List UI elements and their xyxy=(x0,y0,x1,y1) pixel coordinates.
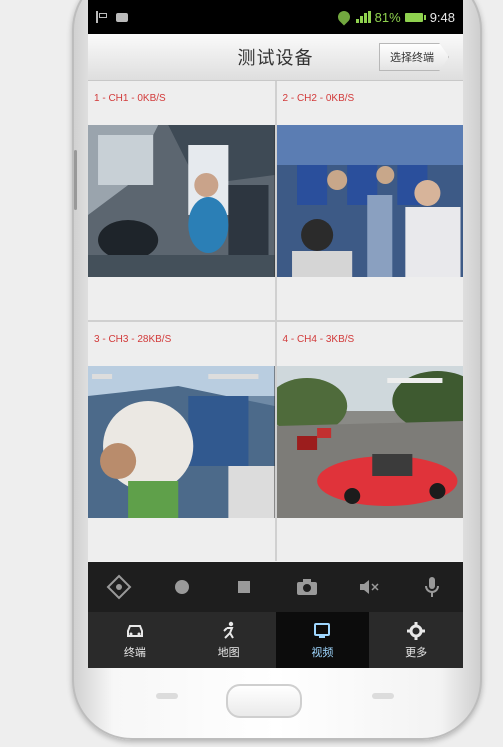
microphone-icon[interactable] xyxy=(412,567,452,607)
channel-label: 4 - CH4 - 3KB/S xyxy=(282,334,355,345)
video-feed-4[interactable] xyxy=(276,366,463,518)
video-feed-1[interactable] xyxy=(88,125,275,277)
phone-screen: 81% 9:48 测试设备 选择终端 1 - CH1 - 0KB/S 2 - C… xyxy=(88,0,463,668)
usb-icon xyxy=(96,11,108,23)
menu-key[interactable] xyxy=(156,693,178,699)
page-title: 测试设备 xyxy=(237,48,314,69)
wifi-icon xyxy=(338,11,352,23)
app-title-bar: 测试设备 选择终端 xyxy=(88,34,463,81)
stop-square-icon[interactable] xyxy=(224,567,264,607)
camera-icon[interactable] xyxy=(287,567,327,607)
nav-item-more[interactable]: 更多 xyxy=(369,612,463,668)
video-feed-2[interactable] xyxy=(276,125,463,277)
video-frame-3 xyxy=(88,366,275,518)
home-button[interactable] xyxy=(226,684,302,718)
back-key[interactable] xyxy=(372,693,394,699)
signal-icon xyxy=(355,11,371,23)
channel-cell-4[interactable]: 4 - CH4 - 3KB/S xyxy=(276,322,463,561)
channel-cell-1[interactable]: 1 - CH1 - 0KB/S xyxy=(88,81,275,320)
volume-key xyxy=(74,150,77,210)
gear-icon xyxy=(405,621,427,641)
status-bar: 81% 9:48 xyxy=(88,0,463,34)
nav-item-map[interactable]: 地图 xyxy=(182,612,276,668)
nav-label: 地图 xyxy=(217,645,240,659)
nav-label: 更多 xyxy=(405,645,428,659)
video-feed-3[interactable] xyxy=(88,366,275,518)
nav-label: 终端 xyxy=(123,645,146,659)
bottom-nav: 终端 地图 视频 更多 xyxy=(88,612,463,668)
nav-item-video[interactable]: 视频 xyxy=(275,612,370,668)
clock: 9:48 xyxy=(429,9,455,25)
channel-label: 2 - CH2 - 0KB/S xyxy=(282,93,355,104)
direction-pad-icon[interactable] xyxy=(99,567,139,607)
monitor-icon xyxy=(311,621,333,641)
select-terminal-button[interactable]: 选择终端 xyxy=(379,43,449,71)
record-dot-icon[interactable] xyxy=(162,567,202,607)
channel-cell-2[interactable]: 2 - CH2 - 0KB/S xyxy=(276,81,463,320)
video-frame-2 xyxy=(276,125,463,277)
video-frame-4 xyxy=(276,366,463,518)
nav-label: 视频 xyxy=(311,645,334,659)
mute-icon[interactable] xyxy=(349,567,389,607)
runner-icon xyxy=(218,621,240,641)
video-frame-1 xyxy=(88,125,275,277)
battery-icon xyxy=(404,12,426,22)
channel-label: 1 - CH1 - 0KB/S xyxy=(94,93,166,104)
video-grid: 1 - CH1 - 0KB/S 2 - CH2 - 0KB/S 3 - CH3 … xyxy=(88,81,463,561)
message-icon xyxy=(116,12,128,22)
control-bar xyxy=(88,562,463,612)
battery-percent: 81% xyxy=(374,9,401,25)
channel-cell-3[interactable]: 3 - CH3 - 28KB/S xyxy=(88,322,275,561)
car-icon xyxy=(124,621,146,641)
channel-label: 3 - CH3 - 28KB/S xyxy=(94,334,172,345)
nav-item-terminal[interactable]: 终端 xyxy=(88,612,182,668)
